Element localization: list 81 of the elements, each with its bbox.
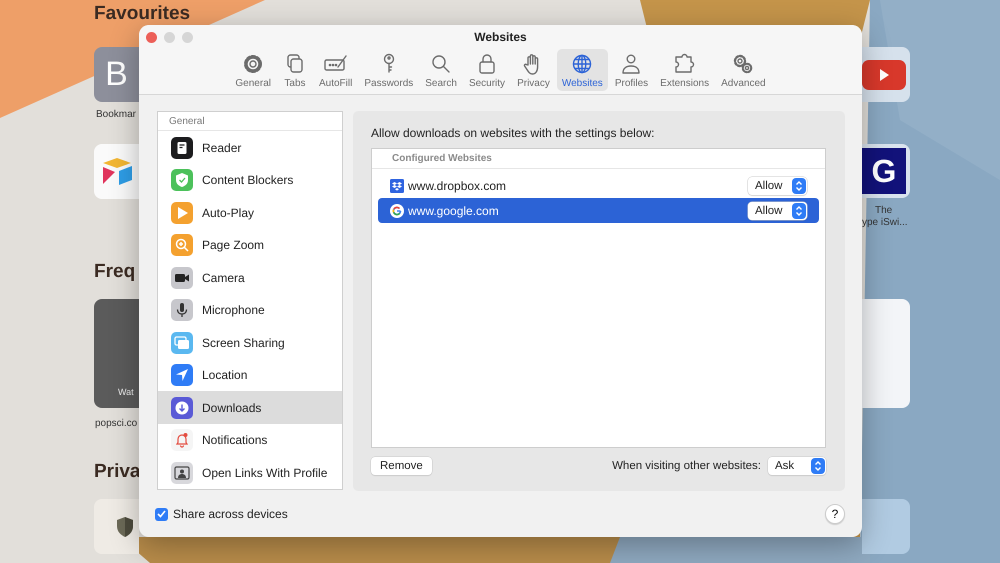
page-thumbnail[interactable]: Wat [94, 299, 139, 408]
stepper-icon [792, 178, 806, 194]
description-text: Allow downloads on websites with the settings below: [371, 126, 654, 140]
sidebar-label: Open Links With Profile [202, 466, 328, 480]
stepper-icon [811, 458, 825, 474]
sidebar-label: Screen Sharing [202, 336, 285, 350]
thumbnail-text: Wat [118, 387, 134, 397]
sidebar-label: Camera [202, 270, 245, 285]
preferences-tab[interactable]: Search [420, 49, 462, 91]
sidebar-item[interactable]: Page Zoom [158, 228, 342, 262]
sidebar-label: Notifications [202, 433, 268, 448]
sidebar-label: Page Zoom [202, 238, 264, 252]
preferences-tab[interactable]: Passwords [359, 49, 418, 91]
website-name: www.dropbox.com [408, 178, 508, 193]
tile-label: popsci.co [95, 418, 138, 429]
preferences-tab[interactable]: Privacy [512, 49, 555, 91]
bell-icon [171, 429, 193, 452]
sidebar-label: Content Blockers [202, 173, 294, 188]
microphone-icon [171, 299, 193, 322]
section-heading: Favourites [94, 5, 190, 23]
favourite-tile[interactable] [862, 47, 910, 102]
sidebar-item[interactable]: Microphone [158, 294, 342, 326]
dropbox-logo-icon [390, 178, 404, 193]
section-heading: Priva [94, 463, 140, 481]
website-name: www.google.com [408, 204, 500, 218]
gears-icon [731, 53, 756, 75]
sidebar-item[interactable]: Open Links With Profile [158, 456, 342, 489]
shield-icon [116, 516, 134, 538]
list-header: General [169, 116, 205, 127]
window-title: Websites [474, 30, 527, 44]
tile-label: The [875, 205, 892, 216]
checkbox[interactable] [155, 508, 168, 521]
windows-icon [171, 332, 193, 354]
video-camera-icon [171, 266, 193, 289]
sidebar-item[interactable]: Location [158, 358, 342, 392]
remove-button[interactable]: Remove [371, 457, 432, 476]
person-card-icon [171, 462, 193, 484]
download-icon [171, 396, 193, 419]
sidebar-item[interactable]: Screen Sharing [158, 326, 342, 359]
sidebar-item[interactable]: Auto-Play [158, 196, 342, 229]
favourite-tile[interactable] [94, 144, 139, 199]
preferences-tab[interactable]: Advanced [716, 49, 771, 91]
preferences-tab[interactable]: Profiles [610, 49, 654, 91]
column-header: Configured Websites [392, 153, 492, 164]
preferences-tab[interactable]: AutoFill [314, 49, 358, 91]
sidebar-item[interactable]: Notifications [158, 424, 342, 456]
puzzle-icon [672, 53, 697, 75]
section-heading: Freq [94, 263, 136, 281]
sidebar-item[interactable]: Content Blockers [158, 164, 342, 196]
page-thumbnail[interactable] [862, 299, 910, 408]
sidebar-item[interactable]: Downloads [158, 391, 342, 424]
website-row[interactable]: www.google.com Allow [378, 198, 819, 224]
privacy-card [862, 499, 910, 554]
checkmark-icon [157, 510, 166, 518]
preferences-tab[interactable]: Websites [556, 49, 608, 91]
sidebar-label: Auto-Play [202, 206, 254, 220]
tile-label: Bookmar [96, 109, 136, 120]
close-icon[interactable] [146, 32, 157, 43]
sidebar-label: Microphone [202, 303, 265, 318]
default-setting-label: When visiting other websites: [612, 460, 761, 472]
sidebar-item[interactable]: Reader [158, 131, 342, 164]
default-setting-popup[interactable]: Ask [768, 457, 826, 476]
google-logo-icon [390, 204, 404, 218]
shield-icon [171, 169, 193, 192]
stepper-icon [792, 202, 806, 219]
document-icon [171, 136, 193, 159]
tile-label: ype iSwi... [862, 217, 908, 228]
sidebar-label: Location [202, 368, 248, 382]
play-icon [171, 202, 193, 224]
help-button[interactable]: ? [825, 504, 845, 524]
sidebar-item[interactable]: Camera [158, 261, 342, 294]
preferences-tab[interactable]: Tabs [278, 49, 312, 91]
preferences-tab[interactable]: Extensions [655, 49, 714, 91]
preferences-tab[interactable]: General [230, 49, 276, 91]
magnifier-icon [171, 234, 193, 256]
preferences-tab[interactable]: Security [464, 49, 510, 91]
permission-popup[interactable]: Allow [748, 202, 807, 220]
permission-popup[interactable]: Allow [748, 176, 807, 195]
sidebar-label: Downloads [202, 400, 262, 415]
website-row[interactable]: www.dropbox.com Allow [378, 173, 819, 198]
sidebar-label: Reader [202, 140, 242, 155]
